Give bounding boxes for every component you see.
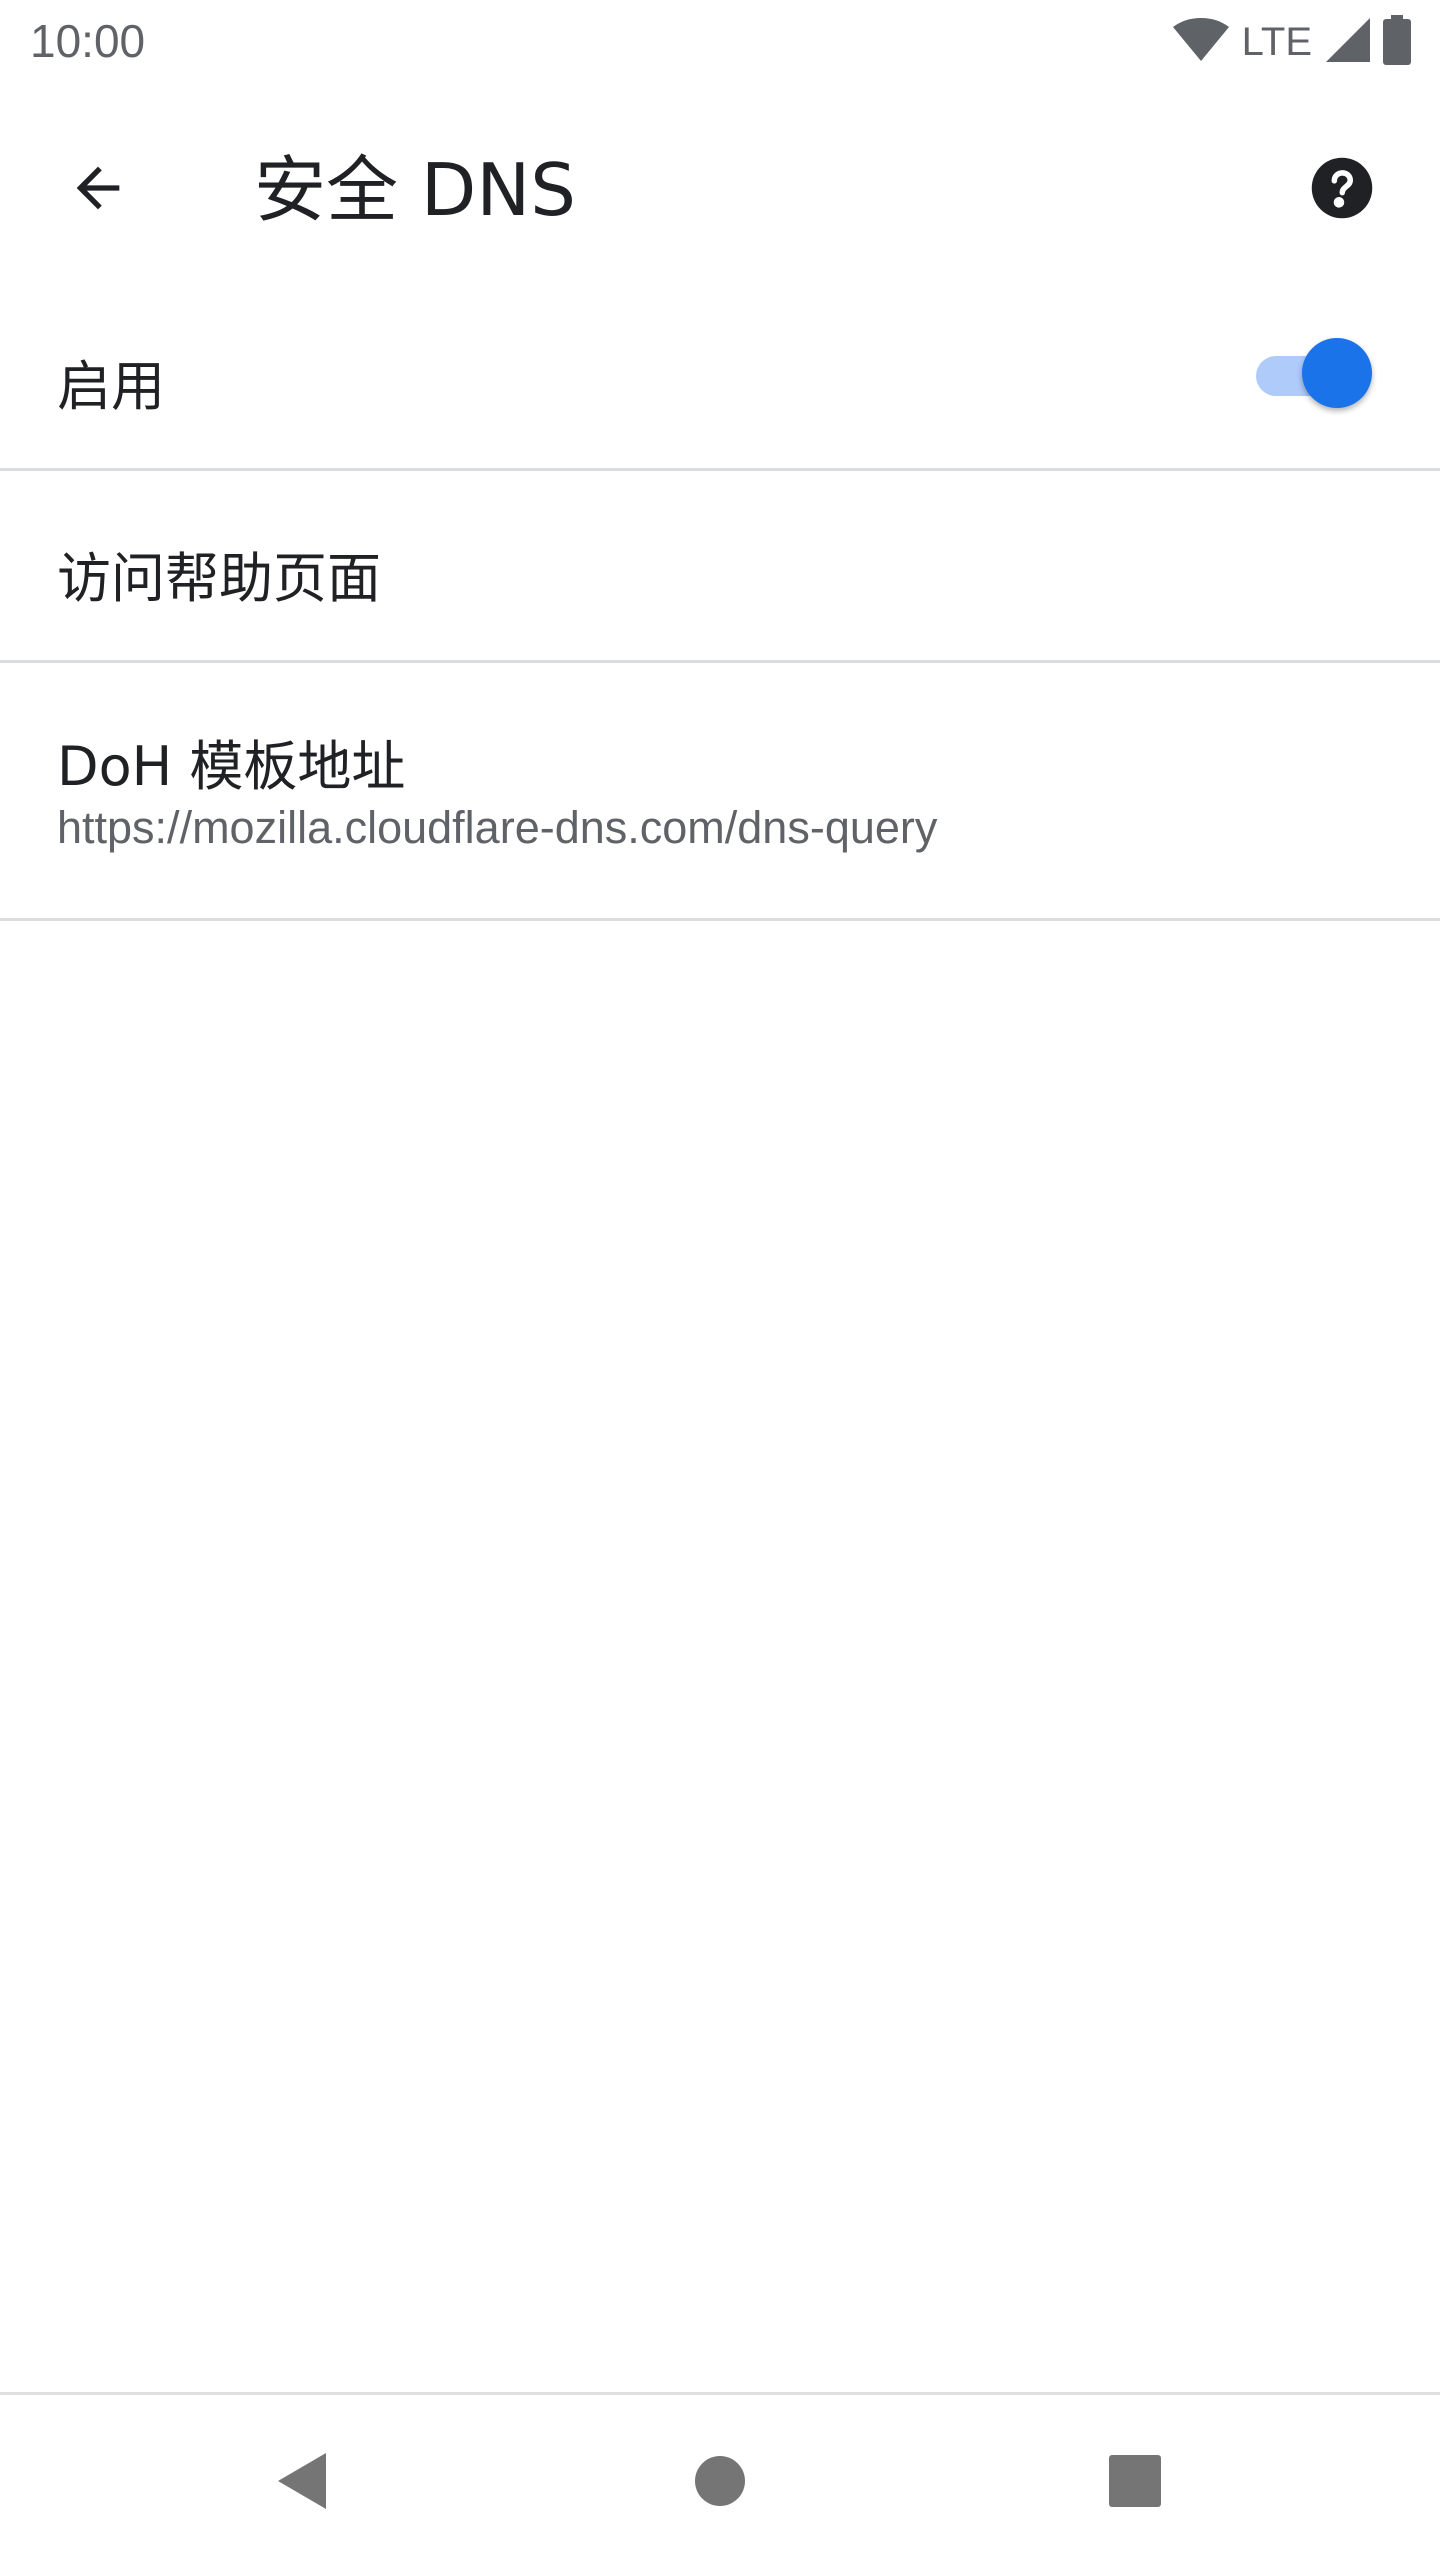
nav-home-button[interactable] [665,2428,775,2538]
nav-recents-button[interactable] [1080,2428,1190,2538]
help-page-row[interactable]: 访问帮助页面 [0,472,1440,662]
page-title: 安全 DNS [254,148,576,232]
status-bar: 10:00 LTE [0,0,1440,84]
system-navigation-bar [0,2392,1440,2560]
enable-label: 启用 [57,355,165,418]
doh-template-value: https://mozilla.cloudflare-dns.com/dns-q… [57,802,938,853]
doh-template-row[interactable]: DoH 模板地址 https://mozilla.cloudflare-dns.… [0,664,1440,918]
nav-divider [0,2392,1440,2395]
square-recents-icon [1108,2454,1162,2512]
help-circle-icon [1309,155,1375,225]
enable-secure-dns-row[interactable]: 启用 [0,280,1440,470]
help-page-label: 访问帮助页面 [57,547,381,610]
back-button[interactable] [44,136,152,244]
divider [0,468,1440,471]
battery-icon [1382,15,1412,69]
arrow-left-icon [66,156,130,224]
status-icons: LTE [1172,15,1412,69]
status-time: 10:00 [30,15,146,67]
toolbar: 安全 DNS [0,84,1440,280]
doh-template-label: DoH 模板地址 [57,735,406,798]
cell-signal-icon [1324,16,1372,68]
divider [0,918,1440,921]
nav-back-button[interactable] [247,2428,357,2538]
help-button[interactable] [1288,136,1396,244]
enable-toggle[interactable] [1256,336,1374,412]
triangle-back-icon [274,2451,330,2515]
wifi-icon [1172,18,1230,66]
toggle-thumb [1302,338,1372,408]
divider [0,660,1440,663]
network-type-label: LTE [1241,19,1312,64]
circle-home-icon [694,2455,746,2511]
